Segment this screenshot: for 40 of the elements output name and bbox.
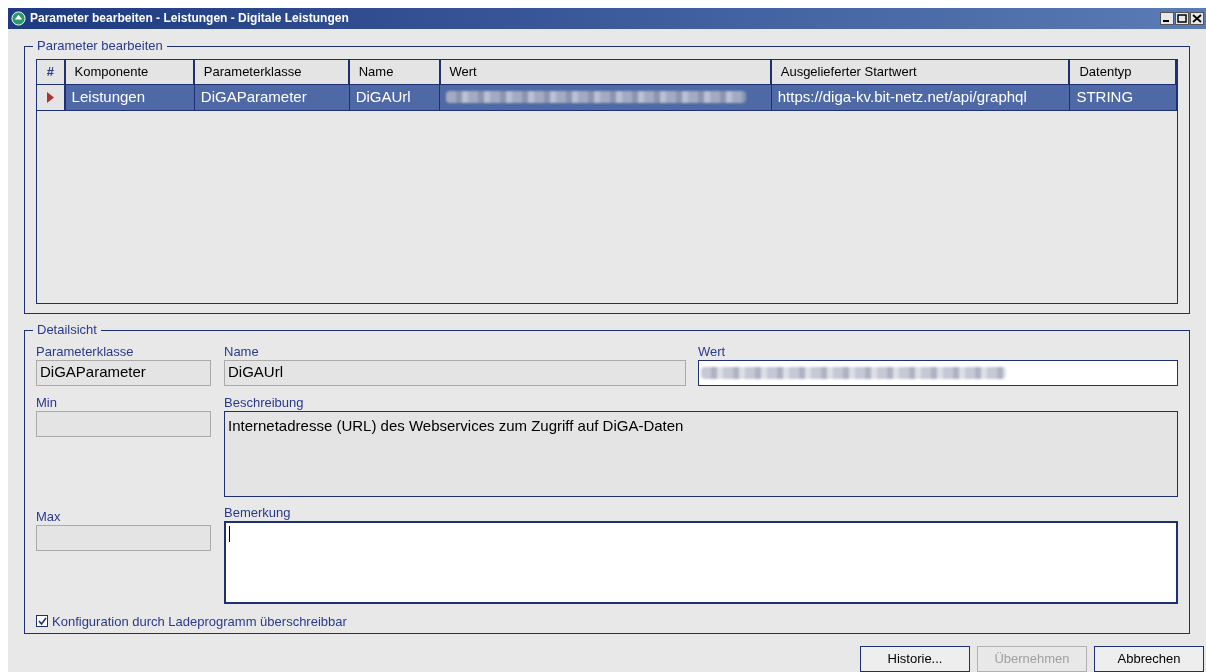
- table-cell-text: DiGAParameter: [200, 87, 307, 108]
- field-label: Min: [36, 394, 58, 410]
- dialog-button[interactable]: Historie...: [860, 646, 970, 672]
- field-label: Bemerkung: [224, 504, 292, 520]
- table-cell-text: STRING: [1076, 87, 1134, 108]
- text-area[interactable]: Internetadresse (URL) des Webservices zum Zugriff auf DiGA-Daten: [224, 410, 1178, 497]
- text-field[interactable]: DiGAParameter: [36, 359, 211, 386]
- maximize-button[interactable]: [1175, 12, 1189, 25]
- field-label: Max: [36, 508, 62, 524]
- text-cursor: [229, 525, 230, 542]
- column-header[interactable]: Name: [349, 59, 441, 84]
- checkbox[interactable]: [36, 615, 48, 628]
- text-area[interactable]: [224, 520, 1178, 604]
- maximize-icon: [1177, 14, 1187, 23]
- text-field[interactable]: DiGAUrl: [224, 359, 686, 386]
- field-label: Name: [224, 343, 260, 359]
- close-icon: [1192, 14, 1202, 23]
- overwritable-checkbox[interactable]: Konfiguration durch Ladeprogramm überschreibbar: [36, 611, 1178, 632]
- column-header[interactable]: Komponente: [65, 59, 195, 84]
- column-header[interactable]: Datentyp: [1070, 59, 1177, 84]
- field-label: Beschreibung: [224, 394, 305, 410]
- table-cell-text: Leistungen: [71, 87, 145, 108]
- column-header[interactable]: Wert: [440, 59, 772, 84]
- field-label: Parameterklasse: [36, 343, 135, 359]
- column-header[interactable]: #: [37, 59, 66, 84]
- close-button[interactable]: [1190, 12, 1204, 25]
- app-icon: [11, 11, 26, 26]
- text-field[interactable]: [698, 359, 1178, 386]
- text-field[interactable]: [36, 410, 211, 437]
- text-field[interactable]: [36, 524, 211, 551]
- column-header[interactable]: Parameterklasse: [194, 59, 350, 84]
- column-header[interactable]: Ausgelieferter Startwert: [771, 59, 1071, 84]
- check-icon: [37, 616, 47, 626]
- minimize-button[interactable]: [1160, 12, 1174, 25]
- table-row[interactable]: Leistungen DiGAParameter DiGAUrl https://diga-kv.bit-netz.net/api/graphql STRING: [37, 84, 1177, 111]
- table-cell-text: DiGAUrl: [355, 87, 411, 108]
- table-cell-text: https://diga-kv.bit-netz.net/api/graphql: [777, 87, 1027, 108]
- dialog-button[interactable]: Abbrechen: [1094, 646, 1204, 672]
- window-title: Parameter bearbeiten - Leistungen - Digitale Leistungen: [30, 10, 350, 28]
- field-label: Wert: [698, 343, 727, 359]
